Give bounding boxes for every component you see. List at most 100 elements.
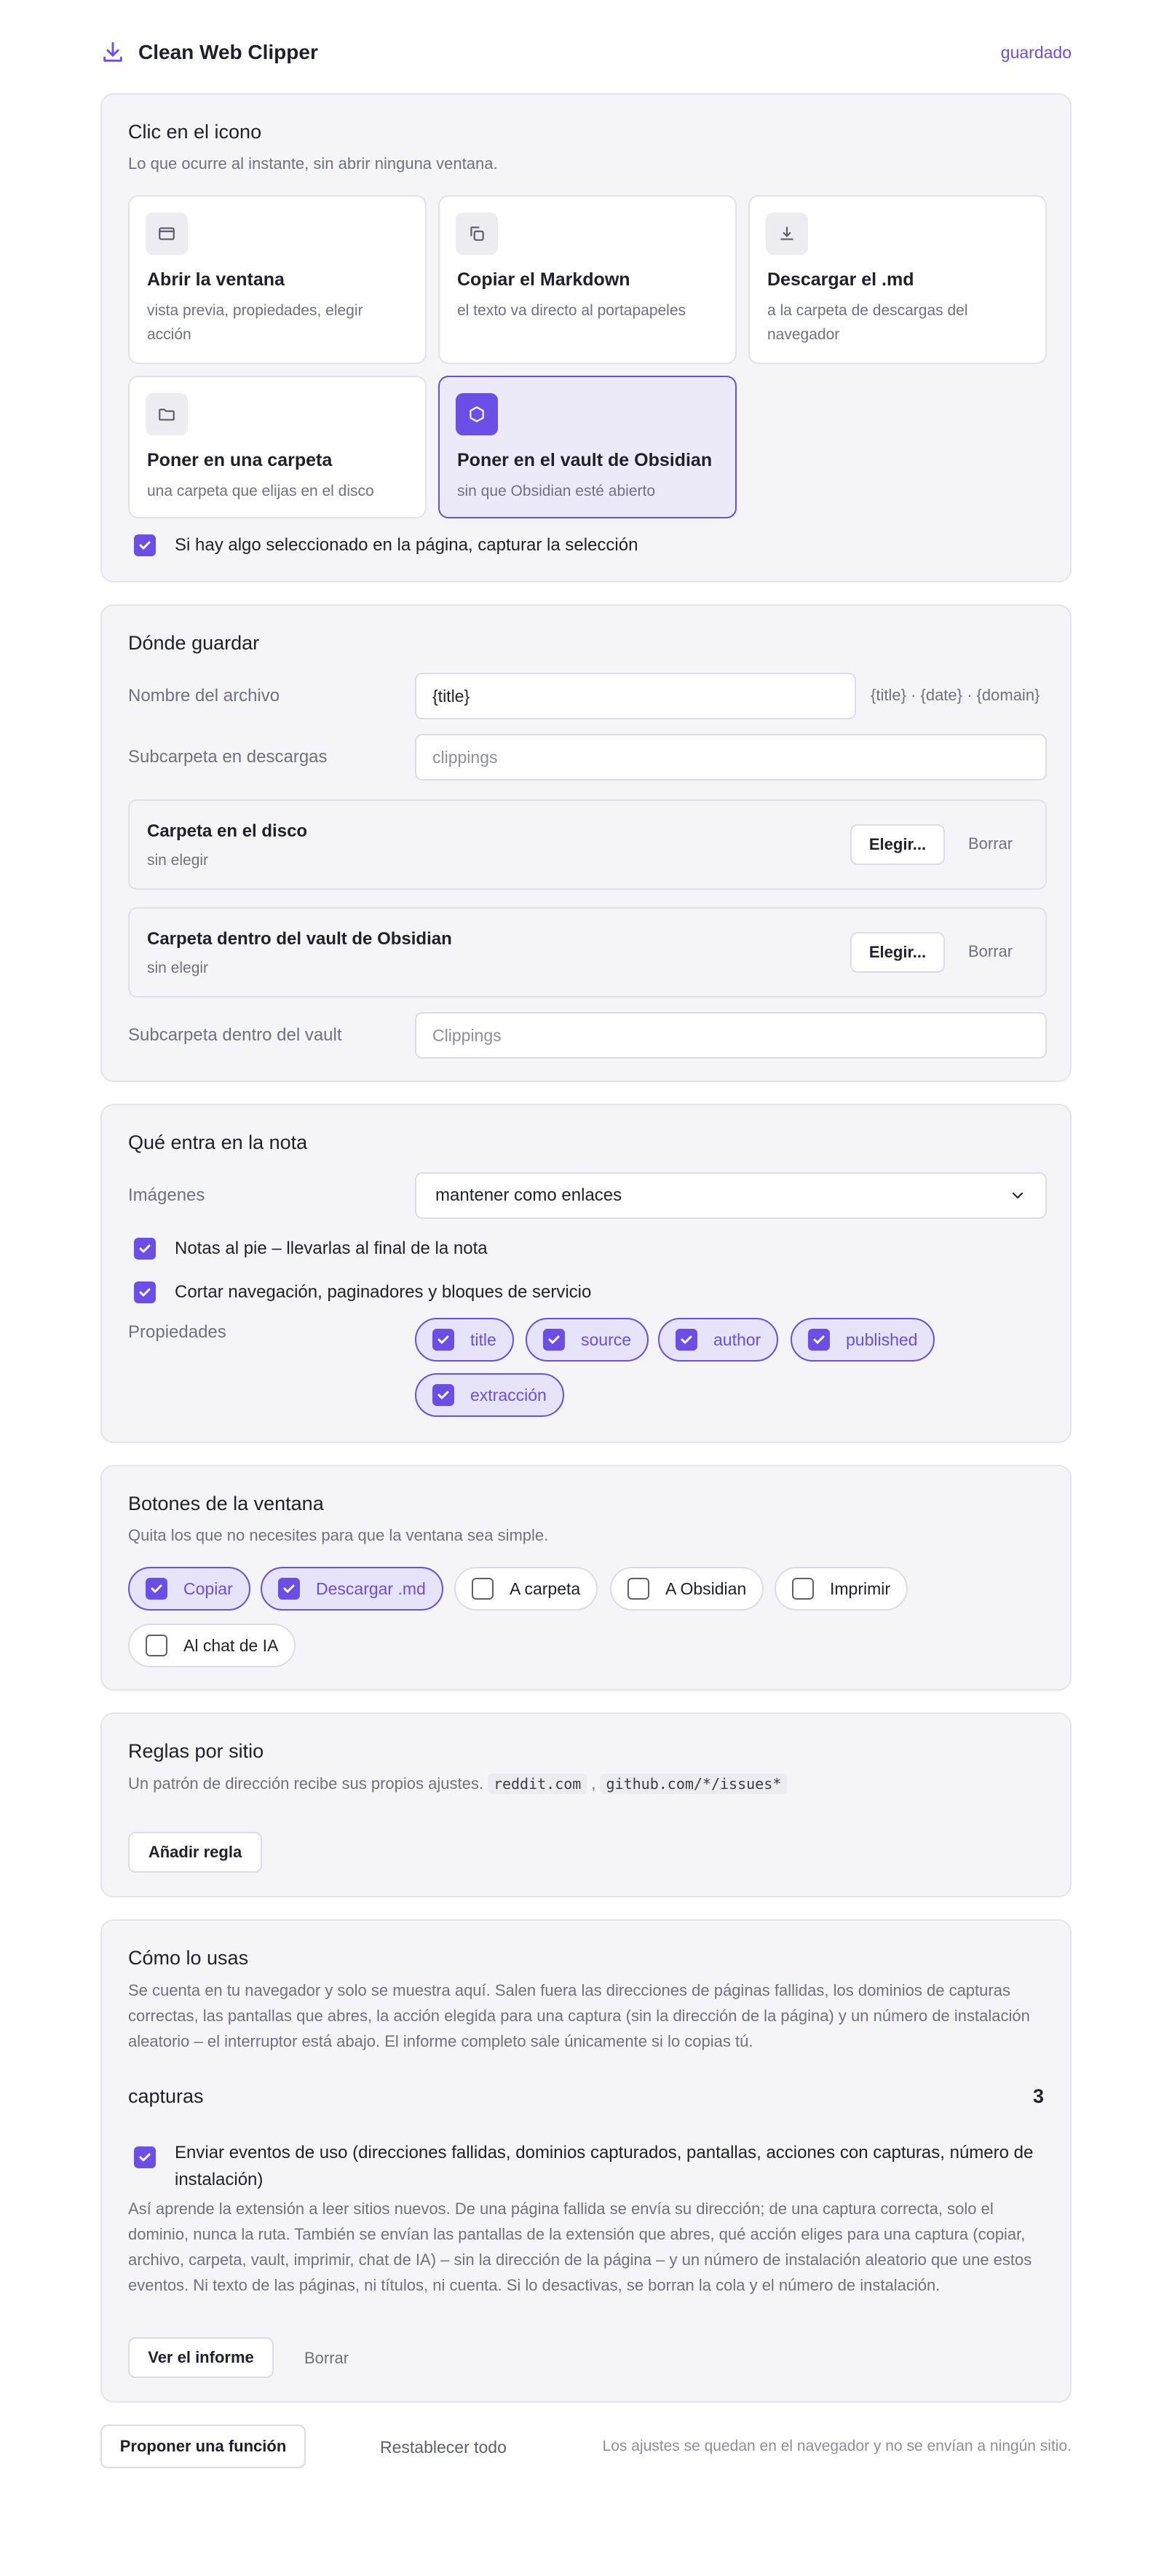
action-tile-copy-markdown[interactable]: Copiar el Markdown el texto va directo a… [438,195,737,364]
reset-all-button[interactable]: Restablecer todo [380,2438,507,2457]
checkbox-checked-icon [676,1329,697,1351]
images-label: Imágenes [128,1185,205,1205]
pill-label: published [846,1330,918,1349]
button-pill-copy[interactable]: Copiar [128,1567,250,1611]
card-title: Reglas por sitio [128,1740,264,1762]
card-title: Cómo lo usas [128,1947,249,1969]
download-icon [100,40,125,65]
clear-vault-folder-button[interactable]: Borrar [968,942,1013,961]
note-content-card: Qué entra en la nota Imágenes mantener c… [100,1104,1072,1443]
card-subtitle: Un patrón de dirección recibe sus propio… [128,1774,788,1794]
vault-folder-row: Carpeta dentro del vault de Obsidian sin… [128,907,1047,997]
pill-label: Copiar [183,1579,233,1598]
disk-folder-value: sin elegir [147,852,209,869]
checkbox-checked-icon [134,2146,156,2168]
vault-folder-title: Carpeta dentro del vault de Obsidian [147,929,452,949]
pill-label: Imprimir [830,1579,891,1598]
filename-input[interactable]: {title} [415,673,856,719]
window-icon [146,213,188,255]
captures-label: capturas [128,2085,204,2107]
button-pill-obsidian[interactable]: A Obsidian [610,1567,764,1611]
property-pill-author[interactable]: author [658,1318,779,1362]
header: Clean Web Clipper guardado [100,35,1072,70]
choose-disk-folder-button[interactable]: Elegir... [850,824,945,865]
clear-usage-button[interactable]: Borrar [304,2349,349,2368]
pill-label: author [713,1330,761,1349]
send-events-description: Así aprende la extensión a leer sitios n… [128,2200,1032,2294]
vault-folder-value: sin elegir [147,960,209,976]
action-tile-download-md[interactable]: Descargar el .md a la carpeta de descarg… [748,195,1047,364]
strip-nav-checkbox[interactable]: Cortar navegación, paginadores y bloques… [134,1281,591,1303]
images-select[interactable]: mantener como enlaces [415,1172,1047,1219]
checkbox-label: Cortar navegación, paginadores y bloques… [175,1282,592,1302]
settings-page: Clean Web Clipper guardado Clic en el ic… [0,0,1172,2576]
action-tile-open-window[interactable]: Abrir la ventana vista previa, propiedad… [128,195,427,364]
checkbox-label: Notas al pie – llevarlas al final de la … [175,1238,488,1258]
checkbox-checked-icon [432,1329,454,1351]
button-pill-folder[interactable]: A carpeta [454,1567,598,1611]
chevron-down-icon [1009,1187,1026,1204]
usage-card: Cómo lo usas Se cuenta en tu navegador y… [100,1919,1072,2403]
checkbox-checked-icon [134,1238,156,1260]
checkbox-checked-icon [146,1578,167,1600]
pill-label: A carpeta [510,1579,581,1598]
checkbox-unchecked-icon [472,1578,494,1600]
card-title: Botones de la ventana [128,1493,324,1514]
tile-title: Abrir la ventana [147,269,285,290]
disk-folder-title: Carpeta en el disco [147,821,308,841]
action-tile-obsidian[interactable]: Poner en el vault de Obsidian sin que Ob… [438,376,737,518]
action-tile-folder[interactable]: Poner en una carpeta una carpeta que eli… [128,376,427,518]
copy-icon [456,213,498,255]
card-title: Dónde guardar [128,632,260,654]
capture-selection-checkbox[interactable]: Si hay algo seleccionado en la página, c… [134,534,638,556]
tile-desc: el texto va directo al portapapeles [457,302,686,319]
clear-disk-folder-button[interactable]: Borrar [968,834,1013,853]
images-select-value: mantener como enlaces [435,1185,622,1205]
button-pill-print[interactable]: Imprimir [775,1567,908,1611]
captures-count: 3 [1032,2085,1044,2107]
view-report-button[interactable]: Ver el informe [128,2337,274,2378]
footnotes-checkbox[interactable]: Notas al pie – llevarlas al final de la … [134,1238,488,1260]
click-action-card: Clic en el icono Lo que ocurre al instan… [100,93,1072,582]
tile-title: Descargar el .md [767,269,914,290]
button-pill-ai-chat[interactable]: Al chat de IA [128,1624,296,1667]
downloads-subfolder-input[interactable]: clippings [415,734,1047,781]
card-subtitle: Quita los que no necesites para que la v… [128,1526,549,1544]
checkbox-checked-icon [278,1578,300,1600]
vault-subfolder-input[interactable]: Clippings [415,1012,1047,1059]
rule-example: github.com/*/issues* [600,1774,788,1794]
checkbox-label: Si hay algo seleccionado en la página, c… [175,535,638,555]
button-pill-download[interactable]: Descargar .md [261,1567,443,1611]
tile-title: Poner en una carpeta [147,450,333,470]
tile-desc: vista previa, propiedades, elegir acción [147,302,363,343]
downloads-subfolder-label: Subcarpeta en descargas [128,747,328,767]
checkbox-unchecked-icon [627,1578,649,1600]
obsidian-icon [456,393,498,435]
window-buttons-card: Botones de la ventana Quita los que no n… [100,1465,1072,1691]
checkbox-checked-icon [543,1329,565,1351]
pill-label: A Obsidian [665,1579,747,1598]
pill-label: source [581,1330,632,1349]
pill-label: title [470,1330,496,1349]
tile-desc: a la carpeta de descargas del navegador [767,302,968,343]
property-pill-source[interactable]: source [526,1318,649,1362]
property-pill-title[interactable]: title [415,1318,514,1362]
save-location-card: Dónde guardar Nombre del archivo {title}… [100,604,1072,1082]
rule-example-separator: , [591,1774,596,1793]
pill-label: Al chat de IA [183,1635,279,1655]
choose-vault-folder-button[interactable]: Elegir... [850,932,945,973]
add-rule-button[interactable]: Añadir regla [128,1832,262,1873]
suggest-feature-button[interactable]: Proponer una función [100,2425,306,2468]
card-title: Clic en el icono [128,121,262,143]
checkbox-checked-icon [432,1384,454,1406]
property-pill-published[interactable]: published [791,1318,935,1362]
app-title: Clean Web Clipper [138,41,318,63]
folder-icon [146,393,188,435]
property-pill-extraction[interactable]: extracción [415,1373,564,1417]
pill-label: extracción [470,1385,547,1404]
usage-description: Se cuenta en tu navegador y solo se mues… [128,1981,1030,2050]
pill-label: Descargar .md [316,1579,426,1598]
send-events-checkbox[interactable]: Enviar eventos de uso (direcciones falli… [134,2139,1044,2193]
checkbox-unchecked-icon [146,1635,167,1656]
footer-note: Los ajustes se quedan en el navegador y … [602,2438,1072,2454]
